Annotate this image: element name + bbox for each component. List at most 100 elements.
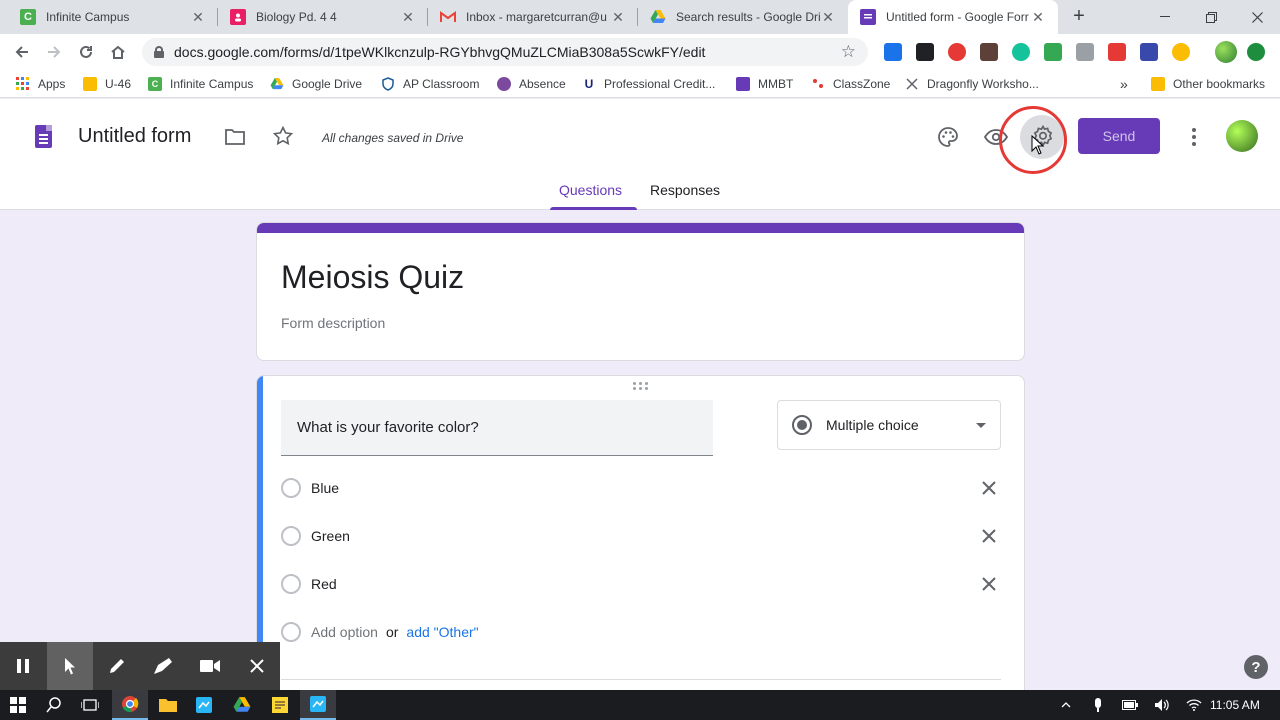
new-tab-button[interactable]: +	[1068, 6, 1090, 28]
close-icon[interactable]: ✕	[190, 9, 206, 26]
wifi-icon[interactable]	[1186, 697, 1202, 713]
close-icon[interactable]: ✕	[610, 9, 626, 26]
bookmark-star-icon[interactable]: ☆	[841, 42, 856, 62]
option-label[interactable]: Blue	[311, 480, 339, 496]
close-icon[interactable]: ✕	[400, 9, 416, 26]
battery-icon[interactable]	[1122, 697, 1138, 713]
restore-button[interactable]	[1188, 0, 1234, 34]
bookmark-mmbt[interactable]: MMBT	[736, 75, 793, 93]
option-row[interactable]: Blue	[281, 476, 1001, 500]
bookmark-label: Dragonfly Worksho...	[927, 77, 1039, 91]
tab-questions[interactable]: Questions	[559, 182, 622, 198]
add-option-field[interactable]: Add option	[311, 624, 378, 640]
bookmark-other-bookmarks[interactable]: Other bookmarks	[1151, 75, 1265, 93]
forms-logo-icon[interactable]	[35, 125, 52, 148]
send-button[interactable]: Send	[1078, 118, 1160, 154]
account-avatar[interactable]	[1226, 120, 1258, 152]
extension-globe-icon[interactable]	[1172, 43, 1190, 61]
form-title-field[interactable]: Untitled form	[78, 125, 191, 148]
chrome-taskbar-icon[interactable]	[112, 690, 148, 720]
lock-icon[interactable]	[154, 46, 164, 58]
pause-icon[interactable]	[0, 642, 47, 690]
home-icon[interactable]	[106, 40, 130, 64]
tray-chevron-up-icon[interactable]	[1058, 697, 1074, 713]
app-taskbar-icon[interactable]	[186, 690, 222, 720]
profile-avatar[interactable]	[1215, 41, 1237, 63]
extension-grammarly-icon[interactable]	[1012, 43, 1030, 61]
palette-icon[interactable]	[936, 125, 960, 149]
close-window-button[interactable]	[1234, 0, 1280, 34]
bookmark-infinite-campus[interactable]: C Infinite Campus	[148, 75, 253, 93]
minimize-button[interactable]	[1142, 0, 1188, 34]
form-heading[interactable]: Meiosis Quiz	[281, 259, 464, 296]
close-icon[interactable]: ✕	[820, 9, 836, 26]
option-label[interactable]: Red	[311, 576, 337, 592]
drive-taskbar-icon[interactable]	[224, 690, 260, 720]
bookmark-apps[interactable]: Apps	[16, 75, 65, 93]
form-description-field[interactable]: Form description	[281, 315, 385, 331]
microphone-icon[interactable]	[1090, 697, 1106, 713]
remove-option-icon[interactable]	[977, 476, 1001, 500]
bookmark-absence[interactable]: Absence	[497, 75, 566, 93]
bookmark-u46[interactable]: U-46	[83, 75, 131, 93]
option-row[interactable]: Green	[281, 524, 1001, 548]
task-view-icon[interactable]	[72, 690, 108, 720]
webcam-icon[interactable]	[187, 642, 234, 690]
pen-tool-icon[interactable]	[93, 642, 140, 690]
reload-icon[interactable]	[74, 40, 98, 64]
tab-responses[interactable]: Responses	[650, 182, 720, 198]
bookmarks-overflow-chevron[interactable]: »	[1120, 75, 1128, 93]
more-vert-icon[interactable]	[1182, 125, 1206, 149]
add-other-link[interactable]: add "Other"	[406, 624, 478, 640]
browser-tab-biology[interactable]: Biology Pd. 4 4 ✕	[218, 0, 428, 34]
highlighter-tool-icon[interactable]	[140, 642, 187, 690]
browser-tab-untitled-form[interactable]: Untitled form - Google Forr ✕	[848, 0, 1058, 34]
help-icon[interactable]: ?	[1244, 655, 1268, 679]
close-icon[interactable]: ✕	[1030, 9, 1046, 26]
extension-hat-icon[interactable]	[980, 43, 998, 61]
file-explorer-icon[interactable]	[150, 690, 186, 720]
extension-record-icon[interactable]	[948, 43, 966, 61]
bookmark-dragonfly[interactable]: Dragonfly Worksho...	[905, 75, 1039, 93]
question-card[interactable]: What is your favorite color? Multiple ch…	[256, 375, 1025, 705]
browser-tab-drive-search[interactable]: Search results - Google Driv ✕	[638, 0, 848, 34]
bookmark-professional-credit[interactable]: U Professional Credit...	[582, 75, 716, 93]
folder-icon[interactable]	[223, 125, 247, 149]
extension-qr-icon[interactable]	[916, 43, 934, 61]
radio-unchecked-icon	[281, 478, 301, 498]
option-label[interactable]: Green	[311, 528, 350, 544]
update-arrow-icon[interactable]	[1247, 43, 1265, 61]
bookmark-google-drive[interactable]: Google Drive	[270, 75, 362, 93]
form-title-card: Meiosis Quiz Form description	[256, 222, 1025, 361]
browser-tab-inbox[interactable]: Inbox - margaretcurran@u ✕	[428, 0, 638, 34]
question-footer-divider	[281, 679, 1001, 680]
question-type-dropdown[interactable]: Multiple choice	[777, 400, 1001, 450]
windows-start-icon[interactable]	[0, 690, 36, 720]
question-title-input[interactable]: What is your favorite color?	[281, 400, 713, 456]
extension-drive-icon[interactable]	[1076, 43, 1094, 61]
remove-option-icon[interactable]	[977, 572, 1001, 596]
bookmark-ap-classroom[interactable]: AP Classroom	[381, 75, 479, 93]
extension-pdf-icon[interactable]	[1108, 43, 1126, 61]
address-bar[interactable]: docs.google.com/forms/d/1tpeWKlkcnzulp-R…	[142, 38, 868, 66]
extension-c-icon[interactable]	[1140, 43, 1158, 61]
extension-chart-icon[interactable]	[884, 43, 902, 61]
remove-option-icon[interactable]	[977, 524, 1001, 548]
back-arrow-icon[interactable]	[10, 40, 34, 64]
close-recorder-icon[interactable]	[233, 642, 280, 690]
bookmark-label: ClassZone	[833, 77, 891, 91]
taskbar-clock[interactable]: 11:05 AM	[1210, 698, 1260, 712]
browser-tab-infinite-campus[interactable]: C Infinite Campus ✕	[8, 0, 218, 34]
star-icon[interactable]	[271, 124, 295, 148]
radio-unchecked-icon	[281, 622, 301, 642]
sticky-notes-icon[interactable]	[262, 690, 298, 720]
forward-arrow-icon[interactable]	[42, 40, 66, 64]
extension-doc-icon[interactable]	[1044, 43, 1062, 61]
drag-handle-icon[interactable]	[633, 382, 649, 392]
volume-icon[interactable]	[1154, 697, 1170, 713]
recorder-taskbar-icon[interactable]	[300, 690, 336, 720]
pointer-tool-icon[interactable]	[46, 642, 94, 690]
search-icon[interactable]	[36, 690, 72, 720]
option-row[interactable]: Red	[281, 572, 1001, 596]
bookmark-classzone[interactable]: ClassZone	[811, 75, 890, 93]
